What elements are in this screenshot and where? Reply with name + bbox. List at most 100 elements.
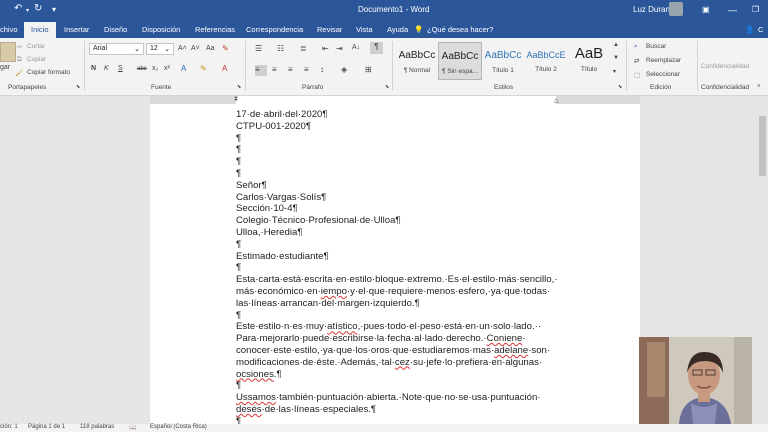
tab-referencias[interactable]: Referencias xyxy=(195,25,235,34)
document-line[interactable]: desés·de·las·líneas·especiales.¶ xyxy=(236,404,556,416)
align-right-icon[interactable]: ≡ xyxy=(288,65,293,74)
document-line[interactable]: Estimado·estudiante¶ xyxy=(236,251,556,263)
restore-icon[interactable]: ❐ xyxy=(752,5,759,14)
spelling-error[interactable]: Coniene xyxy=(487,333,523,344)
document-line[interactable]: ¶ xyxy=(236,133,556,145)
document-line[interactable]: CTPU-001-2020¶ xyxy=(236,121,556,133)
document-line[interactable]: modificaciones·de·éste.·Además,·tal·cez·… xyxy=(236,357,556,369)
qat-more-icon[interactable]: ▾ xyxy=(52,5,56,14)
document-line[interactable]: Este·estilo·n·es·muy·atístico,·pues·todo… xyxy=(236,321,556,333)
tab-inicio[interactable]: Inicio xyxy=(24,22,56,38)
styles-scroll-down-icon[interactable]: ▼ xyxy=(613,55,619,61)
undo-dropdown-icon[interactable]: ▾ xyxy=(26,7,29,14)
style-normal[interactable]: AaBbCc ¶ Normal xyxy=(395,42,439,80)
spelling-error[interactable]: ocsiones xyxy=(236,369,274,380)
decrease-indent-icon[interactable]: ⇤ xyxy=(322,44,329,53)
spelling-error[interactable]: Ussamos xyxy=(236,392,276,403)
right-indent-marker-icon[interactable]: △ xyxy=(554,97,559,104)
share-icon[interactable]: 👤 xyxy=(745,25,754,34)
grow-font-icon[interactable]: A˄ xyxy=(178,45,187,52)
line-spacing-icon[interactable]: ↕ xyxy=(320,65,324,74)
sensitivity-button[interactable]: Confidencialidad xyxy=(701,63,749,70)
status-page[interactable]: Página 1 de 1 xyxy=(28,424,65,430)
tab-disposicion[interactable]: Disposición xyxy=(142,25,180,34)
document-line[interactable]: Esta·carta·está·escrita·en·estilo·bloque… xyxy=(236,274,558,286)
spelling-error[interactable]: desés xyxy=(236,404,262,415)
superscript-button[interactable]: x² xyxy=(164,65,170,72)
font-family-select[interactable]: Arial ⌄ xyxy=(89,43,144,55)
scrollbar-thumb[interactable] xyxy=(759,116,766,176)
avatar[interactable] xyxy=(669,2,683,16)
document-line[interactable]: ¶ xyxy=(236,239,556,251)
tab-insertar[interactable]: Insertar xyxy=(64,25,89,34)
document-body[interactable]: 17·de·abril·del·2020¶ CTPU-001-2020¶ ¶ ¶ ¶ ¶ S… xyxy=(236,109,558,428)
find-button[interactable]: Buscar xyxy=(646,43,666,50)
clipboard-launcher-icon[interactable]: ⬊ xyxy=(76,84,80,90)
text-effects-icon[interactable]: A xyxy=(181,64,186,73)
spelling-error[interactable]: iempo xyxy=(321,286,347,297)
strikethrough-button[interactable]: abc xyxy=(137,66,147,72)
tab-diseno[interactable]: Diseño xyxy=(104,25,127,34)
styles-more-icon[interactable]: ▾ xyxy=(613,68,616,75)
vertical-scrollbar[interactable] xyxy=(757,96,768,424)
document-line[interactable]: ¶ xyxy=(236,310,556,322)
spelling-error[interactable]: cez xyxy=(395,357,410,368)
highlight-icon[interactable]: ✎ xyxy=(200,64,207,73)
multilevel-list-icon[interactable]: ≣ xyxy=(300,44,307,53)
shrink-font-icon[interactable]: A˅ xyxy=(191,45,200,52)
tab-archivo[interactable]: chivo xyxy=(0,25,18,34)
status-section[interactable]: ción: 1 xyxy=(0,424,18,430)
document-line[interactable]: Colegio·Técnico·Profesional·de·Ulloa¶ xyxy=(236,215,556,227)
cut-button[interactable]: Cortar xyxy=(27,43,45,50)
align-center-icon[interactable]: ≡ xyxy=(272,65,277,74)
tab-revisar[interactable]: Revisar xyxy=(317,25,342,34)
document-line[interactable]: conocer·este·estilo,·ya·que·los·oros·que… xyxy=(236,345,556,357)
document-line[interactable]: ¶ xyxy=(236,380,556,392)
document-line[interactable]: Carlos·Vargas·Solís¶ xyxy=(236,192,556,204)
clear-format-icon[interactable]: ✎ xyxy=(222,44,229,53)
font-launcher-icon[interactable]: ⬊ xyxy=(237,84,241,90)
status-words[interactable]: 118 palabras xyxy=(80,424,114,430)
replace-button[interactable]: Reemplazar xyxy=(646,57,681,64)
tell-me-search[interactable]: ¿Qué desea hacer? xyxy=(427,25,493,34)
tab-ayuda[interactable]: Ayuda xyxy=(387,25,408,34)
document-line[interactable]: las·líneas·arrancan·del·margen·izquierdo… xyxy=(236,298,556,310)
document-line[interactable]: Para·mejorarlo·puede·escribirse·la·fecha… xyxy=(236,333,556,345)
subscript-button[interactable]: x₂ xyxy=(152,65,158,72)
italic-button[interactable]: K xyxy=(104,65,109,72)
document-line[interactable]: ¶ xyxy=(236,262,556,274)
styles-launcher-icon[interactable]: ⬊ xyxy=(618,84,622,90)
numbering-icon[interactable]: ☷ xyxy=(277,44,284,53)
font-color-icon[interactable]: A xyxy=(222,64,227,73)
document-page[interactable]: 17·de·abril·del·2020¶ CTPU-001-2020¶ ¶ ¶ ¶ ¶ S… xyxy=(150,104,640,427)
tab-vista[interactable]: Vista xyxy=(356,25,373,34)
ribbon-display-icon[interactable]: ▣ xyxy=(702,5,710,14)
document-line[interactable]: ¶ xyxy=(236,156,556,168)
paste-icon[interactable] xyxy=(0,42,16,62)
style-no-spacing[interactable]: AaBbCc ¶ Sin espa... xyxy=(438,42,482,80)
increase-indent-icon[interactable]: ⇥ xyxy=(336,44,343,53)
document-line[interactable]: más·económico·en·iempo·y·el·que·requiere… xyxy=(236,286,556,298)
status-language[interactable]: Español (Costa Rica) xyxy=(150,424,207,430)
copy-button[interactable]: Copiar xyxy=(27,56,46,63)
styles-scroll-up-icon[interactable]: ▲ xyxy=(613,42,619,48)
indent-marker-icon[interactable]: ⧗ xyxy=(234,96,238,103)
bullets-icon[interactable]: ☰ xyxy=(255,44,262,53)
document-line[interactable]: ¶ xyxy=(236,144,556,156)
justify-icon[interactable]: ≡ xyxy=(304,65,309,74)
tab-correspondencia[interactable]: Correspondencia xyxy=(246,25,303,34)
document-line[interactable]: ¶ xyxy=(236,168,556,180)
style-title[interactable]: AaB Título xyxy=(567,42,611,80)
share-button[interactable]: C xyxy=(758,25,763,34)
spelling-error[interactable]: atístico xyxy=(327,321,357,332)
format-painter-button[interactable]: Copiar formato xyxy=(27,69,70,76)
proofing-icon[interactable]: 📖 xyxy=(129,424,136,431)
select-button[interactable]: Seleccionar xyxy=(646,71,680,78)
document-line[interactable]: ocsiones.¶ xyxy=(236,369,556,381)
change-case-icon[interactable]: Aa xyxy=(206,45,215,52)
style-heading-2[interactable]: AaBbCcE Título 2 xyxy=(524,42,568,80)
document-line[interactable]: 17·de·abril·del·2020¶ xyxy=(236,109,556,121)
borders-icon[interactable]: ⊞ xyxy=(365,65,372,74)
spelling-error[interactable]: adelane xyxy=(494,345,528,356)
sort-icon[interactable]: A↓ xyxy=(352,44,360,51)
